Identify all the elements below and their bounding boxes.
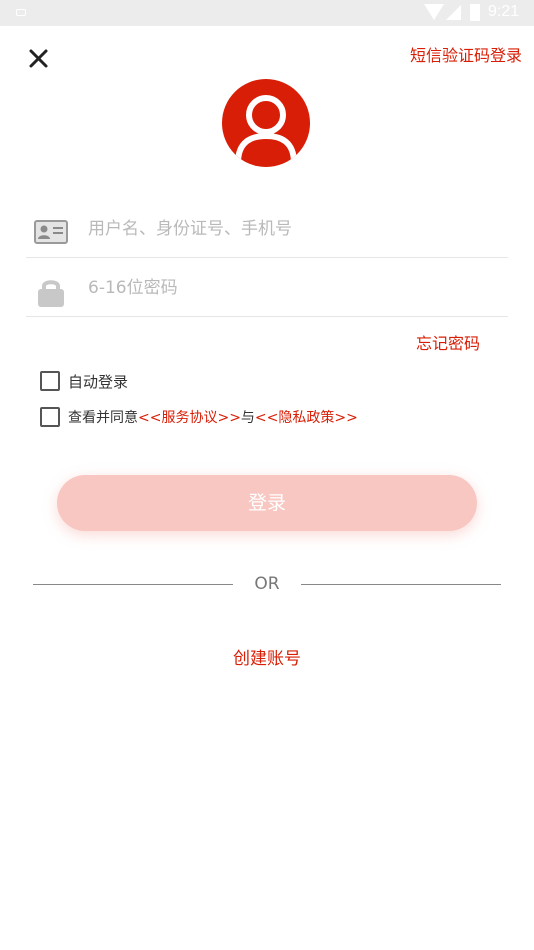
lock-icon [34, 276, 68, 312]
forgot-password-link[interactable]: 忘记密码 [416, 330, 480, 354]
signal-icon [446, 5, 461, 20]
battery-icon [470, 4, 480, 21]
privacy-policy-link[interactable]: <<隐私政策>> [255, 407, 358, 427]
wifi-icon [424, 4, 444, 20]
divider-line-right [301, 584, 501, 585]
create-account-link[interactable]: 创建账号 [233, 649, 301, 669]
status-time: 9:21 [488, 3, 520, 20]
service-agreement-link[interactable]: <<服务协议>> [138, 407, 241, 427]
create-account-row: 创建账号 [0, 644, 534, 669]
notification-icon [16, 9, 26, 16]
status-bar: 9:21 [0, 0, 534, 26]
divider-line-left [33, 584, 233, 585]
auto-login-checkbox[interactable] [40, 371, 60, 391]
username-field-row [26, 200, 508, 258]
agree-conjunction-text: 与 [240, 410, 255, 426]
close-button[interactable] [24, 44, 54, 74]
auto-login-label: 自动登录 [68, 372, 129, 391]
password-input[interactable] [88, 273, 488, 303]
login-button[interactable]: 登录 [57, 475, 477, 531]
username-input[interactable] [88, 214, 488, 244]
sms-login-link[interactable]: 短信验证码登录 [410, 42, 522, 66]
auto-login-row: 自动登录 [40, 370, 128, 392]
agree-prefix-text: 查看并同意 [68, 410, 138, 426]
agree-terms-checkbox[interactable] [40, 407, 60, 427]
close-icon [29, 49, 48, 68]
avatar [222, 79, 310, 167]
agree-terms-row: 查看并同意 <<服务协议>> 与 <<隐私政策>> [40, 406, 358, 428]
user-avatar-icon [222, 79, 310, 167]
or-divider-text: OR [254, 574, 280, 594]
id-card-icon [34, 220, 68, 248]
password-field-row [26, 259, 508, 317]
